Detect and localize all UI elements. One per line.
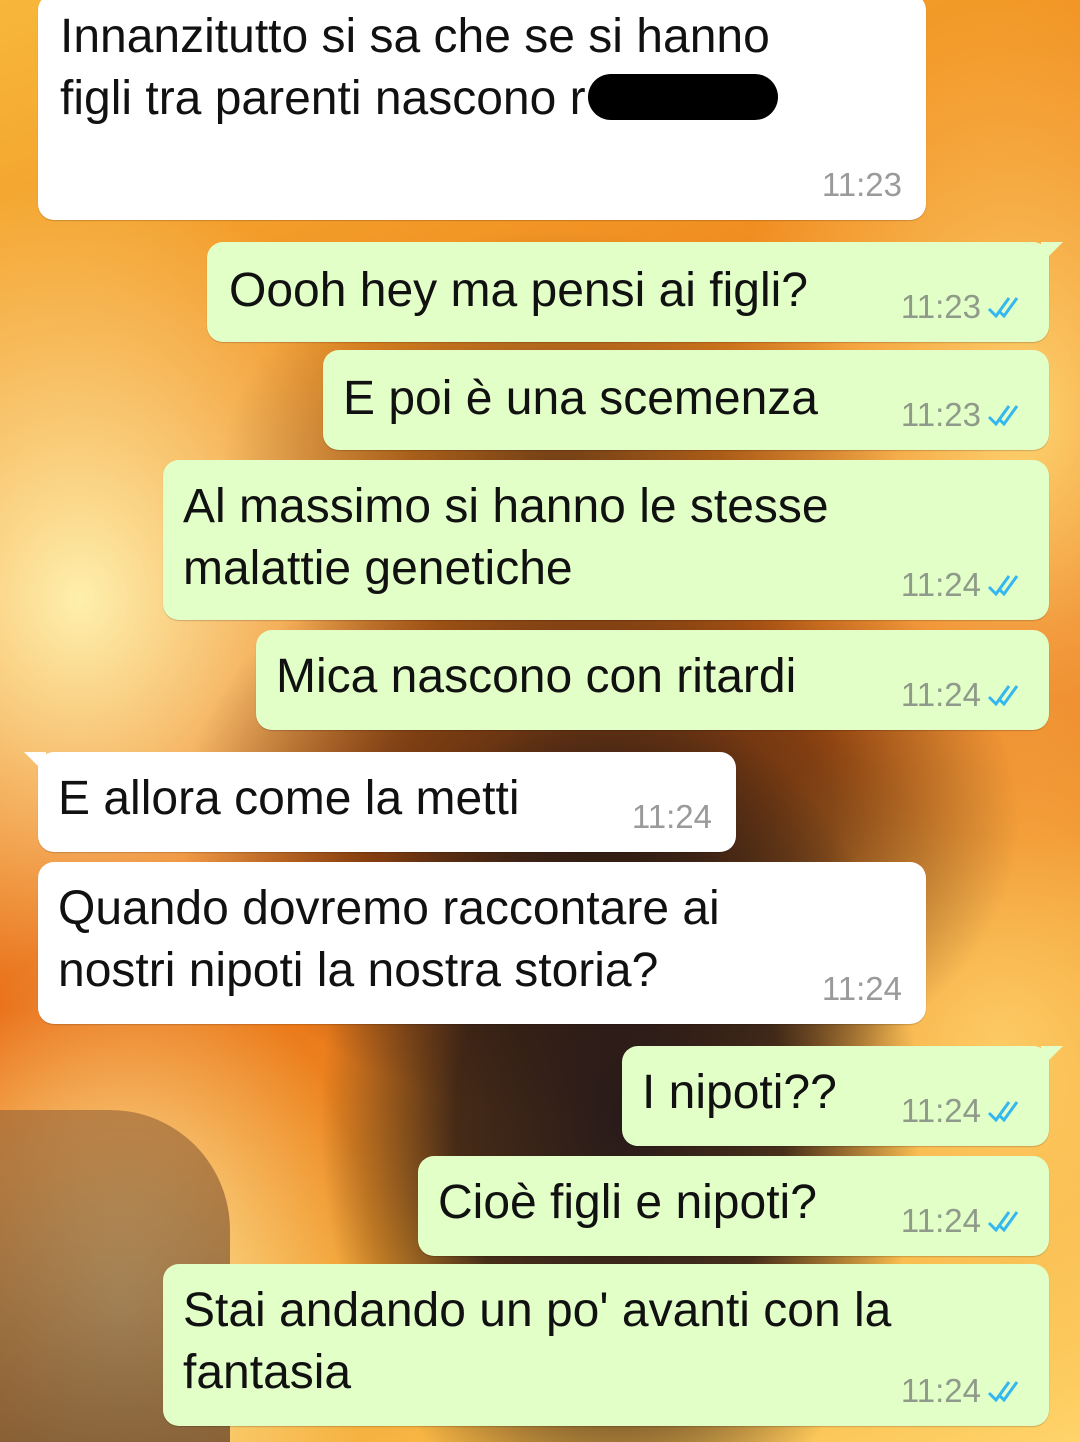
message-time: 11:24 [900, 566, 981, 603]
message-bubble-incoming[interactable]: Quando dovremo raccontare ai nostri nipo… [38, 862, 926, 1024]
message-bubble-outgoing[interactable]: Mica nascono con ritardi 11:24 [256, 630, 1049, 730]
message-text: Innanzitutto si sa che se si hanno figli… [60, 6, 778, 130]
redaction-mark [587, 74, 778, 121]
message-bubble-outgoing[interactable]: Stai andando un po' avanti con la fantas… [163, 1264, 1049, 1426]
message-line: Mica nascono con ritardi [276, 650, 797, 703]
message-meta: 11:24 [901, 1202, 1027, 1240]
double-check-icon [987, 1381, 1019, 1403]
message-time: 11:23 [900, 288, 981, 325]
message-time: 11:24 [900, 1202, 981, 1239]
message-meta: 11:24 [632, 798, 712, 836]
message-bubble-outgoing[interactable]: Al massimo si hanno le stesse malattie g… [163, 460, 1049, 620]
message-line: Cioè figli e nipoti? [438, 1176, 817, 1229]
message-line: nostri nipoti la nostra storia? [58, 944, 659, 997]
message-line: malattie genetiche [183, 542, 573, 595]
double-check-icon [987, 685, 1019, 707]
message-line: Innanzitutto si sa che se si hanno [60, 10, 770, 63]
message-time: 11:23 [821, 166, 902, 203]
double-check-icon [987, 297, 1019, 319]
message-meta: 11:24 [822, 970, 902, 1008]
message-meta: 11:23 [901, 396, 1027, 434]
message-line: figli tra parenti nascono r [60, 68, 778, 130]
message-meta: 11:24 [901, 566, 1027, 604]
message-line: I nipoti?? [642, 1066, 837, 1119]
message-text: Quando dovremo raccontare ai nostri nipo… [58, 878, 720, 1002]
message-time: 11:24 [900, 676, 981, 713]
message-line: Oooh hey ma pensi ai figli? [229, 264, 808, 317]
message-meta: 11:24 [901, 1092, 1027, 1130]
message-line: Quando dovremo raccontare ai [58, 882, 720, 935]
message-text: Oooh hey ma pensi ai figli? [229, 260, 808, 322]
message-bubble-outgoing[interactable]: I nipoti?? 11:24 [622, 1046, 1063, 1146]
double-check-icon [987, 1211, 1019, 1233]
message-bubble-outgoing[interactable]: Oooh hey ma pensi ai figli? 11:23 [207, 242, 1063, 342]
message-text: Stai andando un po' avanti con la fantas… [183, 1280, 891, 1404]
message-time: 11:23 [900, 396, 981, 433]
double-check-icon [987, 1101, 1019, 1123]
message-meta: 11:24 [901, 1372, 1027, 1410]
bubble-tail [24, 752, 46, 774]
double-check-icon [987, 405, 1019, 427]
message-line: Al massimo si hanno le stesse [183, 480, 829, 533]
message-text: Cioè figli e nipoti? [438, 1172, 817, 1234]
bubble-tail [1041, 1046, 1063, 1068]
message-time: 11:24 [900, 1092, 981, 1129]
message-text: I nipoti?? [642, 1062, 837, 1124]
message-text: E allora come la metti [58, 768, 520, 830]
message-time: 11:24 [900, 1372, 981, 1409]
message-time: 11:24 [631, 798, 712, 835]
double-check-icon [987, 575, 1019, 597]
message-bubble-outgoing[interactable]: E poi è una scemenza 11:23 [323, 350, 1049, 450]
message-bubble-incoming[interactable]: Innanzitutto si sa che se si hanno figli… [38, 0, 926, 220]
message-meta: 11:24 [901, 676, 1027, 714]
message-text: Al massimo si hanno le stesse malattie g… [183, 476, 829, 600]
message-meta: 11:23 [901, 288, 1027, 326]
message-text: Mica nascono con ritardi [276, 646, 796, 708]
message-bubble-incoming[interactable]: E allora come la metti 11:24 [24, 752, 736, 852]
message-line: fantasia [183, 1346, 352, 1399]
message-line: Stai andando un po' avanti con la [183, 1284, 892, 1337]
message-meta: 11:23 [822, 166, 902, 204]
message-line: E allora come la metti [58, 772, 520, 825]
message-line: E poi è una scemenza [343, 372, 818, 425]
bubble-tail [1041, 242, 1063, 264]
message-text: E poi è una scemenza [343, 368, 818, 430]
message-bubble-outgoing[interactable]: Cioè figli e nipoti? 11:24 [418, 1156, 1049, 1256]
message-time: 11:24 [821, 970, 902, 1007]
